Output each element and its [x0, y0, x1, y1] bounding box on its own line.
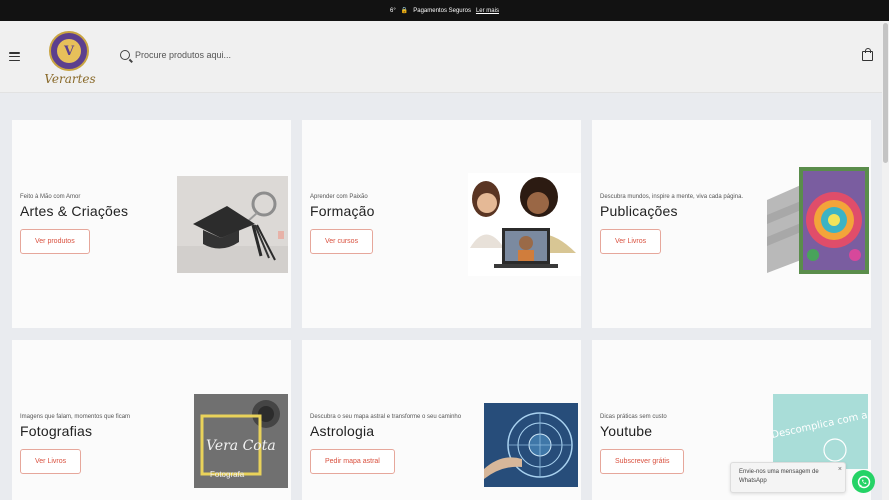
menu-icon[interactable] [9, 52, 20, 61]
view-photos-button[interactable]: Ver Livros [20, 449, 82, 474]
read-more-link[interactable]: Ler mais [476, 8, 499, 14]
card-title: Youtube [600, 423, 653, 439]
scroll-thumb[interactable] [883, 23, 888, 163]
card-publicacoes[interactable]: Descubra mundos, inspire a mente, viva c… [592, 120, 871, 328]
whatsapp-message: Envie-nos uma mensagem de WhatsApp [739, 469, 819, 484]
photography-image: Vera Cota Fotografa [194, 394, 288, 488]
close-icon[interactable]: × [838, 465, 842, 474]
card-astrologia[interactable]: Descubra o seu mapa astral e transforme … [302, 340, 581, 500]
announcement-prefix: 6° [390, 7, 396, 14]
card-formacao[interactable]: Aprender com Paixão Formação Ver cursos [302, 120, 581, 328]
order-chart-button[interactable]: Pedir mapa astral [310, 449, 395, 474]
card-title: Fotografias [20, 423, 93, 439]
logo-text: Verartes [44, 72, 96, 86]
site-logo[interactable]: V Verartes [42, 30, 98, 86]
subscribe-button[interactable]: Subscrever grátis [600, 449, 685, 474]
card-fotografias[interactable]: Imagens que falam, momentos que ficam Fo… [12, 340, 291, 500]
keychain-image [177, 176, 288, 273]
card-subtitle: Feito à Mão com Amor [20, 194, 81, 200]
announcement-text: Pagamentos Seguros [413, 7, 471, 14]
search-icon[interactable] [120, 50, 130, 60]
card-title: Formação [310, 203, 375, 219]
photo-signature: Vera Cota [206, 438, 276, 454]
logo-emblem: V [49, 31, 89, 71]
search-bar [120, 50, 335, 60]
card-title: Publicações [600, 203, 678, 219]
whatsapp-button[interactable] [852, 470, 875, 493]
card-title: Astrologia [310, 423, 375, 439]
view-products-button[interactable]: Ver produtos [20, 229, 90, 254]
students-image [468, 173, 581, 276]
card-subtitle: Imagens que falam, momentos que ficam [20, 414, 131, 420]
card-subtitle: Aprender com Paixão [310, 194, 368, 200]
card-artes[interactable]: Feito à Mão com Amor Artes & Criações Ve… [12, 120, 291, 328]
announcement-bar: 6° 🔒 Pagamentos Seguros Ler mais [0, 0, 889, 21]
shopping-bag-icon[interactable] [862, 48, 873, 61]
card-subtitle: Descubra o seu mapa astral e transforme … [310, 414, 462, 420]
lock-icon: 🔒 [400, 8, 409, 14]
search-input[interactable] [135, 50, 335, 60]
logo-mark: V [57, 39, 81, 63]
astrology-image [484, 403, 578, 487]
card-subtitle: Descubra mundos, inspire a mente, viva c… [600, 194, 744, 200]
view-courses-button[interactable]: Ver cursos [310, 229, 374, 254]
card-subtitle: Dicas práticas sem custo [600, 414, 667, 420]
books-image [767, 165, 871, 277]
photo-caption: Fotografa [210, 470, 245, 479]
whatsapp-popup[interactable]: Envie-nos uma mensagem de WhatsApp × [730, 462, 846, 493]
view-books-button[interactable]: Ver Livros [600, 229, 662, 254]
whatsapp-icon [857, 475, 870, 488]
card-title: Artes & Criações [20, 203, 129, 219]
site-header: V Verartes [0, 21, 882, 93]
page-scrollbar[interactable] [882, 21, 889, 500]
youtube-image: Descomplica com a [771, 394, 868, 469]
